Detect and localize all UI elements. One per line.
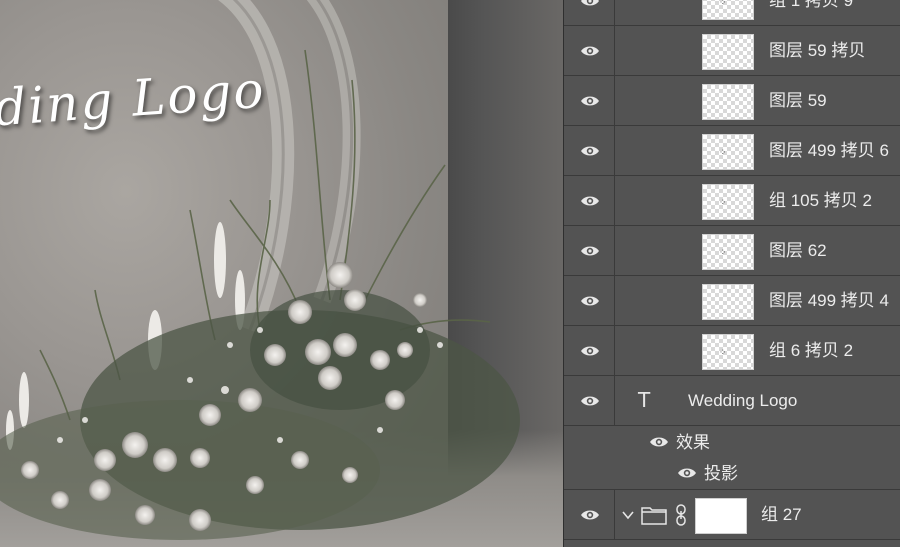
- layer-thumbnail[interactable]: ⁘: [702, 334, 754, 370]
- layer-row[interactable]: ⁘ 图层 499 拷贝 6: [564, 126, 900, 176]
- layer-name[interactable]: 图层 62: [769, 226, 827, 275]
- layer-name[interactable]: 组 105 拷贝 2: [769, 176, 872, 225]
- text-layer-icon: T: [638, 388, 651, 412]
- layer-row-group-27[interactable]: 组 27: [564, 490, 900, 540]
- layer-row[interactable]: ⁘ 组 1 拷贝 9: [564, 0, 900, 26]
- layer-name[interactable]: 组 1 拷贝 9: [769, 0, 853, 25]
- eye-icon[interactable]: [580, 244, 600, 258]
- layer-name[interactable]: Wedding Logo: [688, 376, 797, 425]
- chain-link-icon[interactable]: [675, 504, 687, 526]
- thumbnail-content: ⁘: [719, 0, 727, 7]
- layer-thumbnail[interactable]: [702, 284, 754, 320]
- layers-panel: ⁘ 组 1 拷贝 9 图层 59 拷贝 图层 59 ⁘ 图层 499 拷贝 6 ⁘ 组 105…: [563, 0, 900, 547]
- drop-shadow-label: 投影: [704, 464, 738, 483]
- layer-thumbnail[interactable]: ⁘: [702, 134, 754, 170]
- layer-row[interactable]: ⁘ 组 6 拷贝 2: [564, 326, 900, 376]
- eye-icon[interactable]: [677, 466, 697, 480]
- thumbnail-content: ⁘: [719, 147, 727, 157]
- eye-icon[interactable]: [580, 94, 600, 108]
- layer-mask-thumbnail[interactable]: [695, 498, 747, 534]
- layer-thumbnail[interactable]: [702, 84, 754, 120]
- eye-icon[interactable]: [580, 44, 600, 58]
- layer-row[interactable]: 图层 59: [564, 76, 900, 126]
- eye-icon[interactable]: [649, 435, 669, 449]
- eye-icon[interactable]: [580, 344, 600, 358]
- layer-effects-row[interactable]: 效果: [564, 426, 900, 459]
- document-canvas[interactable]: ding Logo: [0, 0, 563, 547]
- thumbnail-content: ⁘: [719, 347, 727, 357]
- layer-thumbnail[interactable]: ⁘: [702, 234, 754, 270]
- eye-icon[interactable]: [580, 394, 600, 408]
- eye-icon[interactable]: [580, 0, 600, 8]
- folder-icon: [641, 505, 667, 525]
- thumbnail-content: ⁘: [719, 247, 727, 257]
- layer-name[interactable]: 图层 499 拷贝 6: [769, 126, 889, 175]
- layer-row[interactable]: ⁘ 图层 62: [564, 226, 900, 276]
- drop-shadow-effect-row[interactable]: 投影: [564, 457, 900, 490]
- layer-thumbnail[interactable]: ⁘: [702, 0, 754, 20]
- layer-row[interactable]: 图层 59 拷贝: [564, 26, 900, 76]
- layer-thumbnail[interactable]: [702, 34, 754, 70]
- chevron-down-icon[interactable]: [620, 507, 636, 523]
- layer-row-wedding-logo[interactable]: T Wedding Logo: [564, 376, 900, 426]
- effects-label: 效果: [676, 433, 710, 452]
- layer-name[interactable]: 图层 59 拷贝: [769, 26, 865, 75]
- eye-icon[interactable]: [580, 294, 600, 308]
- layer-name[interactable]: 组 27: [761, 490, 802, 539]
- eye-icon[interactable]: [580, 194, 600, 208]
- eye-icon[interactable]: [580, 508, 600, 522]
- layer-row[interactable]: 图层 499 拷贝 4: [564, 276, 900, 326]
- eye-icon[interactable]: [580, 144, 600, 158]
- thumbnail-content: ⁘: [719, 197, 727, 207]
- layer-name[interactable]: 图层 499 拷贝 4: [769, 276, 889, 325]
- layer-name[interactable]: 组 6 拷贝 2: [769, 326, 853, 375]
- layer-row[interactable]: ⁘ 组 105 拷贝 2: [564, 176, 900, 226]
- layer-name[interactable]: 图层 59: [769, 76, 827, 125]
- layer-thumbnail[interactable]: ⁘: [702, 184, 754, 220]
